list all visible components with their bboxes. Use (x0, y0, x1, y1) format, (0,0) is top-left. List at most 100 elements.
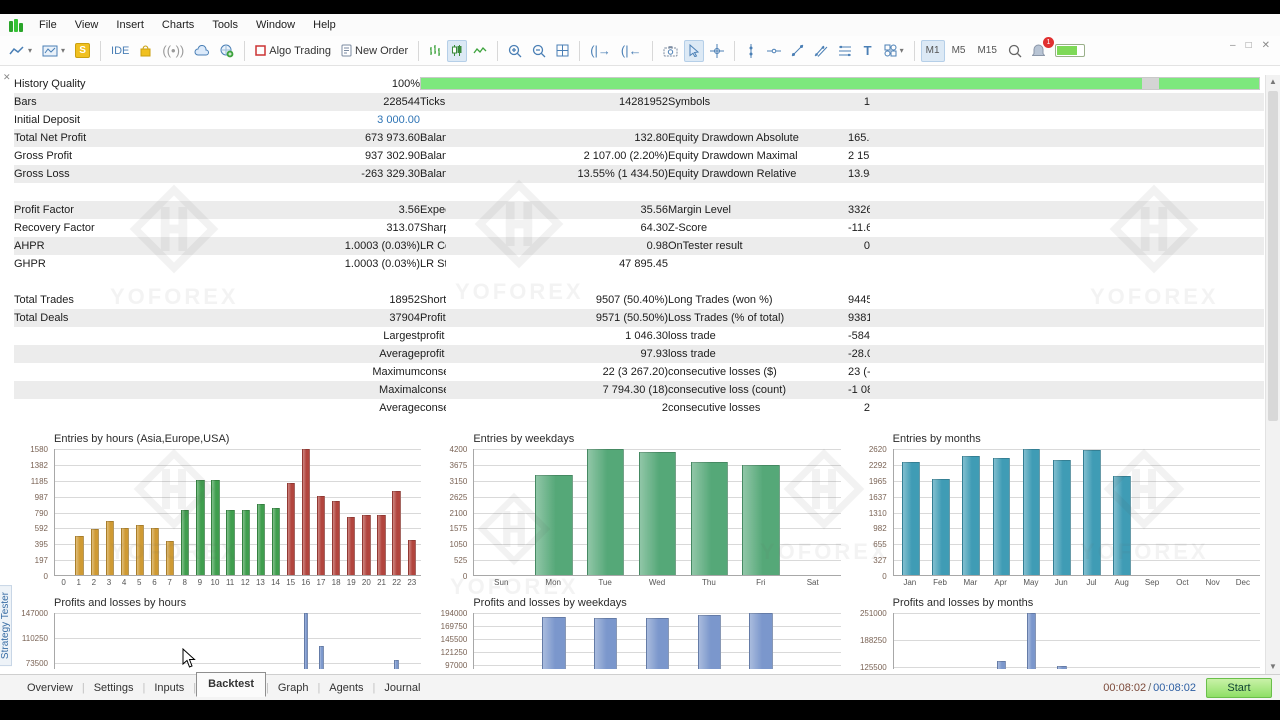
bar-slot (102, 613, 117, 669)
crosshair-tool-button[interactable] (706, 40, 728, 62)
bar-slot (632, 613, 684, 669)
notification-badge: 1 (1043, 37, 1054, 48)
x-tick-label: 0 (56, 576, 71, 589)
stats-value: 673 973.60 (262, 129, 420, 147)
tester-tab-bar: Overview|Settings|Inputs|Backtest|Graph|… (0, 674, 1280, 700)
timeframe-m1-button[interactable]: M1 (921, 40, 945, 62)
scroll-up-arrow[interactable]: ▲ (1266, 75, 1280, 89)
chart-plot-area: 262022921965163713109826553270 (853, 449, 1260, 576)
stats-value: 97.93 (446, 345, 668, 363)
bar-slot (896, 613, 926, 669)
vertical-line-icon (747, 44, 755, 58)
fibonacci-tool-button[interactable] (834, 40, 856, 62)
maximize-button[interactable]: □ (1246, 40, 1252, 51)
elapsed-time: 00:08:02 (1103, 682, 1146, 694)
globe-add-icon (220, 44, 234, 58)
bar-slot (986, 449, 1016, 576)
panel-close-button[interactable]: ✕ (3, 72, 11, 83)
toolbar-separator (100, 41, 101, 61)
bar-chart-mode-button[interactable] (425, 40, 445, 62)
cursor-tool-button[interactable] (684, 40, 704, 62)
stats-row: Gross Loss-263 329.30Balance Drawdown Re… (14, 165, 1264, 183)
menu-item-file[interactable]: File (30, 17, 66, 33)
shapes-icon (884, 44, 897, 57)
line-mode-button[interactable] (469, 40, 491, 62)
menu-item-tools[interactable]: Tools (203, 17, 247, 33)
minimize-button[interactable]: – (1230, 40, 1236, 51)
bar-slot (117, 613, 132, 669)
search-button[interactable] (1004, 40, 1026, 62)
tab-settings[interactable]: Settings (85, 679, 143, 697)
start-button[interactable]: Start (1206, 678, 1272, 698)
bar (136, 525, 144, 576)
tab-journal[interactable]: Journal (375, 679, 429, 697)
community-button[interactable] (216, 40, 238, 62)
tab-agents[interactable]: Agents (320, 679, 372, 697)
ide-button[interactable]: IDE (107, 40, 133, 62)
menu-item-window[interactable]: Window (247, 17, 304, 33)
toolbar-separator (914, 41, 915, 61)
bar-slot (476, 449, 528, 576)
stats-value: Maximum (262, 363, 420, 381)
strategy-button[interactable]: S (71, 40, 94, 62)
screenshot-button[interactable] (659, 40, 682, 62)
bar-slot (735, 613, 787, 669)
cloud-download-icon (194, 45, 210, 57)
scrollbar-thumb[interactable] (1268, 91, 1278, 421)
stats-value: 37904 (262, 309, 420, 327)
stats-label: profit trade (420, 327, 446, 345)
timeframe-m15-button[interactable]: M15 (972, 40, 1001, 62)
stats-value: 33265.26% (848, 201, 870, 219)
bar-slot (329, 449, 344, 576)
menu-item-help[interactable]: Help (304, 17, 345, 33)
bar (1027, 613, 1037, 669)
bar (691, 462, 728, 576)
algo-trading-button[interactable]: Algo Trading (251, 40, 335, 62)
bar-slot (1167, 613, 1197, 669)
bar (542, 617, 565, 669)
menu-item-insert[interactable]: Insert (107, 17, 153, 33)
close-button[interactable]: ✕ (1262, 40, 1270, 51)
tab-backtest[interactable]: Backtest (196, 672, 266, 697)
notifications-button[interactable]: 1 (1028, 40, 1049, 62)
connection-status-button[interactable] (1051, 40, 1089, 62)
vertical-line-tool-button[interactable] (741, 40, 761, 62)
tile-windows-button[interactable] (552, 40, 573, 62)
signals-button[interactable]: ((•)) (158, 40, 188, 62)
scroll-down-arrow[interactable]: ▼ (1266, 660, 1280, 674)
tab-graph[interactable]: Graph (269, 679, 318, 697)
new-order-button[interactable]: New Order (337, 40, 412, 62)
market-button[interactable] (135, 40, 156, 62)
text-tool-button[interactable]: T (858, 40, 878, 62)
add-indicator-window-button[interactable]: (|→ (586, 40, 615, 62)
zoom-in-button[interactable] (504, 40, 526, 62)
bar-slot (208, 449, 223, 576)
stats-row: Largestprofit trade1 046.30loss trade-58… (14, 327, 1264, 345)
menu-item-charts[interactable]: Charts (153, 17, 203, 33)
candlestick-mode-button[interactable] (447, 40, 467, 62)
remove-indicator-window-button[interactable]: (|← (617, 40, 646, 62)
menu-item-view[interactable]: View (66, 17, 108, 33)
vertical-scrollbar[interactable]: ▲ ▼ (1265, 75, 1280, 674)
trendline-tool-button[interactable] (787, 40, 808, 62)
chart-type-button[interactable]: ▾ (5, 40, 36, 62)
y-tick-label: 0 (853, 572, 887, 581)
horizontal-line-tool-button[interactable] (763, 40, 785, 62)
tab-overview[interactable]: Overview (18, 679, 82, 697)
chart-profits-and-losses-by-months: Profits and losses by months251000188250… (853, 597, 1260, 675)
x-tick-label: Dec (1228, 576, 1258, 589)
x-tick-label: 16 (298, 576, 313, 589)
zoom-out-button[interactable] (528, 40, 550, 62)
bar (151, 528, 159, 576)
indicator-out-icon: (|← (621, 44, 642, 57)
stats-value: 23 (-651.30) (848, 363, 870, 381)
channel-tool-button[interactable] (810, 40, 832, 62)
bar-slot (344, 449, 359, 576)
timeframe-m5-button[interactable]: M5 (947, 40, 971, 62)
shapes-tool-button[interactable]: ▾ (880, 40, 908, 62)
cloud-button[interactable] (190, 40, 214, 62)
signal-icon: ((•)) (162, 44, 184, 57)
strategy-tester-vertical-tab[interactable]: Strategy Tester (0, 585, 12, 666)
tab-inputs[interactable]: Inputs (145, 679, 193, 697)
chart-profile-button[interactable]: ▾ (38, 40, 69, 62)
